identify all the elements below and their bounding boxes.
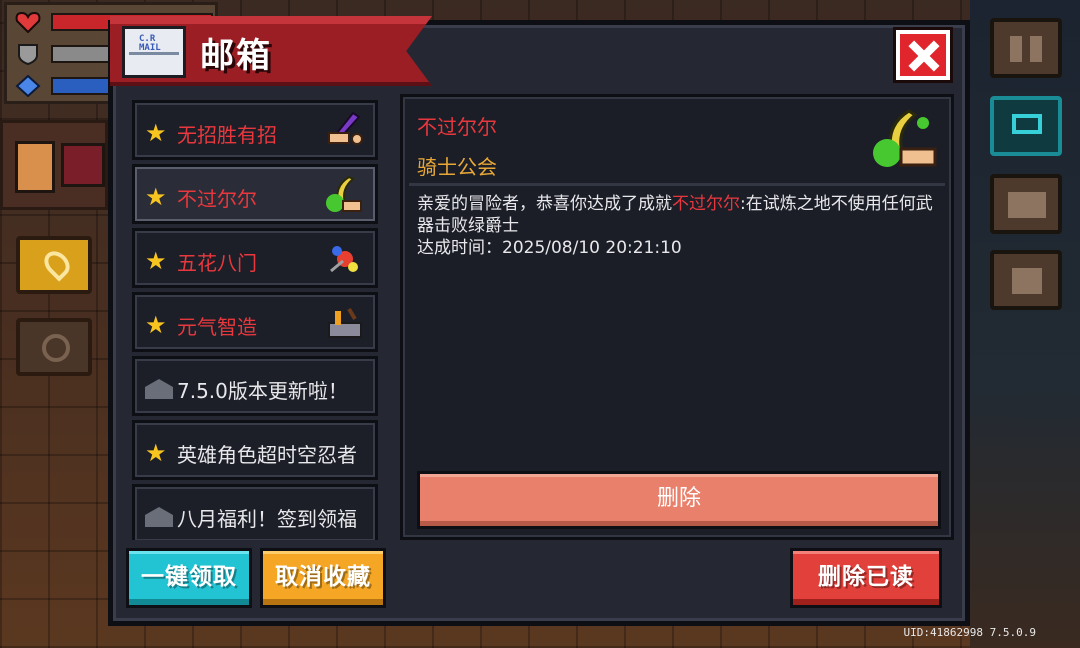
- shield-icon: [18, 44, 38, 65]
- mail-logo-bottom: MAIL: [139, 43, 161, 53]
- mail-detail-panel: 不过尔尔 骑士公会 亲爱的冒险者，恭喜你达成了成就不过尔尔:在试炼之地不使用任何…: [400, 94, 954, 540]
- mail-item-label: 八月福利！签到领福: [177, 507, 357, 531]
- body-highlight: 不过尔尔: [672, 194, 740, 214]
- delete-button[interactable]: 删除: [417, 471, 941, 529]
- mail-detail-sender: 骑士公会: [417, 155, 497, 179]
- heart-icon: [15, 11, 41, 33]
- mail-item[interactable]: ★ 元气智造: [132, 292, 378, 352]
- envelope-icon: [145, 379, 173, 399]
- mailbox-title: 邮箱: [200, 36, 272, 76]
- exit-button[interactable]: [990, 250, 1062, 310]
- claim-all-button[interactable]: 一键领取: [126, 548, 252, 608]
- location-button[interactable]: [16, 236, 92, 294]
- mail-item-label: 7.5.0版本更新啦！: [177, 379, 348, 403]
- unfavorite-button[interactable]: 取消收藏: [260, 548, 386, 608]
- profile-card-icon: [1008, 192, 1046, 218]
- mail-item-label: 英雄角色超时空忍者: [177, 443, 357, 467]
- mail-detail-body: 亲爱的冒险者，恭喜你达成了成就不过尔尔:在试炼之地不使用任何武器击败绿爵士 达成…: [417, 193, 945, 259]
- swap-icon: [42, 334, 70, 362]
- delete-read-button[interactable]: 删除已读: [790, 548, 942, 608]
- star-icon: ★: [145, 119, 167, 147]
- swap-button[interactable]: [16, 318, 92, 376]
- mail-item[interactable]: 八月福利！签到领福: [132, 484, 378, 540]
- mail-item-label: 五花八门: [177, 251, 257, 275]
- achieved-time: 达成时间：2025/08/10 20:21:10: [417, 238, 682, 258]
- star-icon: ★: [145, 439, 167, 467]
- profile-button[interactable]: [990, 174, 1062, 234]
- diamond-icon: [15, 75, 41, 97]
- close-button[interactable]: [893, 27, 953, 83]
- sword-hand-icon: [328, 111, 363, 145]
- star-icon: ★: [145, 183, 167, 211]
- leaf-hand-icon: [326, 175, 362, 212]
- mail-envelope-icon: C.R MAIL: [122, 26, 186, 78]
- mail-item-label: 无招胜有招: [177, 123, 277, 147]
- shop-button[interactable]: [990, 96, 1062, 156]
- mail-list[interactable]: ★ 无招胜有招 ★ 不过尔尔 ★ 五花八门 ★ 元气智造 7.5.0版本更新啦！…: [126, 94, 384, 540]
- flower-weapons-icon: [330, 246, 358, 273]
- mail-logo-text: C.R MAIL: [139, 35, 161, 53]
- character-screen: [61, 143, 105, 187]
- character-portrait: [0, 120, 108, 210]
- mail-item[interactable]: ★ 无招胜有招: [132, 100, 378, 160]
- forge-icon: [328, 307, 362, 338]
- detail-divider: [409, 183, 945, 186]
- exit-icon: [1012, 268, 1042, 294]
- mail-detail-title: 不过尔尔: [417, 115, 497, 139]
- mail-item[interactable]: ★ 不过尔尔: [132, 164, 378, 224]
- mail-item[interactable]: 7.5.0版本更新啦！: [132, 356, 378, 416]
- star-icon: ★: [145, 247, 167, 275]
- character-face: [15, 141, 55, 193]
- star-icon: ★: [145, 311, 167, 339]
- location-pin-icon: [39, 246, 75, 282]
- mail-item[interactable]: ★ 五花八门: [132, 228, 378, 288]
- cart-icon: [1012, 114, 1042, 134]
- uid-version-text: UID:41862998 7.5.0.9: [903, 626, 1036, 639]
- envelope-icon: [145, 507, 173, 527]
- mail-item-label: 不过尔尔: [177, 187, 257, 211]
- body-prefix: 亲爱的冒险者，恭喜你达成了成就: [417, 194, 672, 214]
- pause-button[interactable]: [990, 18, 1062, 78]
- leaf-hand-icon: [873, 109, 937, 167]
- mail-item[interactable]: ★ 英雄角色超时空忍者: [132, 420, 378, 480]
- mail-item-label: 元气智造: [177, 315, 257, 339]
